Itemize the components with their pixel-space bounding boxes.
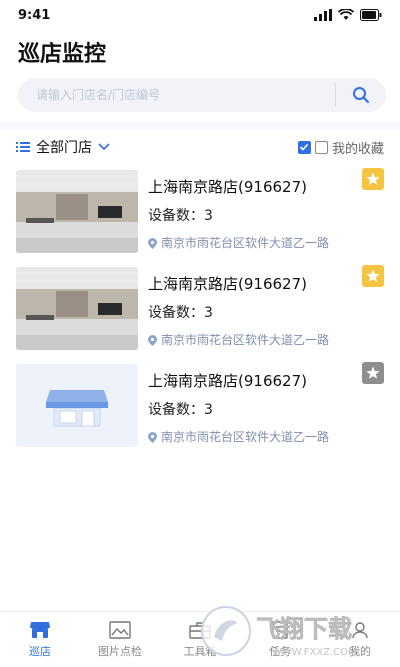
image-icon xyxy=(109,620,131,640)
task-icon xyxy=(269,620,291,640)
tab-label: 图片点检 xyxy=(98,645,142,658)
store-address: 南京市雨花台区软件大道乙一路 xyxy=(148,329,384,351)
store-icon xyxy=(29,620,51,640)
search-input[interactable] xyxy=(18,78,335,112)
store-address-text: 南京市雨花台区软件大道乙一路 xyxy=(161,333,330,347)
store-address-text: 南京市雨花台区软件大道乙一路 xyxy=(161,236,330,250)
check-icon xyxy=(300,143,309,151)
location-pin-icon xyxy=(148,334,157,346)
store-device-count: 设备数：3 xyxy=(148,402,213,418)
tab-toolbox[interactable]: 工具箱 xyxy=(160,612,240,667)
battery-icon xyxy=(360,9,382,21)
status-icons xyxy=(314,9,382,21)
status-time: 9:41 xyxy=(18,7,51,23)
store-thumbnail-placeholder xyxy=(16,364,138,447)
tab-store[interactable]: 巡店 xyxy=(0,612,80,667)
status-bar: 9:41 xyxy=(0,0,400,30)
store-address-text: 南京市雨花台区软件大道乙一路 xyxy=(161,430,330,444)
store-name: 上海南京路店(916627) xyxy=(148,178,307,196)
store-card[interactable]: 上海南京路店(916627) 设备数：3 南京市雨花台区软件大道乙一路 xyxy=(16,261,384,358)
store-name: 上海南京路店(916627) xyxy=(148,275,307,293)
filter-row: 全部门店 我的收藏 xyxy=(0,130,400,164)
star-outline-icon xyxy=(366,366,380,379)
favorite-button[interactable] xyxy=(362,362,384,384)
section-separator xyxy=(0,122,400,130)
favorite-button[interactable] xyxy=(362,265,384,287)
location-pin-icon xyxy=(148,237,157,249)
store-address: 南京市雨花台区软件大道乙一路 xyxy=(148,426,384,448)
store-name: 上海南京路店(916627) xyxy=(148,372,307,390)
tab-task[interactable]: 任务 xyxy=(240,612,320,667)
search-button[interactable] xyxy=(336,78,386,112)
favorites-filter: 我的收藏 xyxy=(297,138,384,157)
store-filter-dropdown[interactable]: 全部门店 xyxy=(16,137,110,157)
store-thumbnail xyxy=(16,267,138,350)
favorites-checkbox[interactable] xyxy=(314,140,328,154)
page-title: 巡店监控 xyxy=(18,42,107,67)
tab-label: 我的 xyxy=(349,645,371,658)
store-card[interactable]: 上海南京路店(916627) 设备数：3 南京市雨花台区软件大道乙一路 xyxy=(16,358,384,455)
tab-image-check[interactable]: 图片点检 xyxy=(80,612,160,667)
store-list: 上海南京路店(916627) 设备数：3 南京市雨花台区软件大道乙一路 上海南京… xyxy=(0,164,400,455)
location-pin-icon xyxy=(148,431,157,443)
bottom-tab-bar: 巡店 图片点检 工具箱 任务 我的 xyxy=(0,611,400,667)
favorite-button[interactable] xyxy=(362,168,384,190)
store-thumbnail xyxy=(16,170,138,253)
tab-label: 任务 xyxy=(269,645,291,658)
toolbox-icon xyxy=(189,620,211,640)
store-address: 南京市雨花台区软件大道乙一路 xyxy=(148,232,384,254)
list-icon xyxy=(16,142,30,152)
favorites-label[interactable]: 我的收藏 xyxy=(332,138,384,157)
chevron-down-icon xyxy=(98,143,110,151)
tab-label: 巡店 xyxy=(29,645,51,658)
signal-icon xyxy=(314,9,332,21)
tab-profile[interactable]: 我的 xyxy=(320,612,400,667)
tab-label: 工具箱 xyxy=(183,645,217,658)
store-card[interactable]: 上海南京路店(916627) 设备数：3 南京市雨花台区软件大道乙一路 xyxy=(16,164,384,261)
store-device-count: 设备数：3 xyxy=(148,208,213,224)
store-filter-label: 全部门店 xyxy=(36,140,92,156)
select-checkbox[interactable] xyxy=(297,140,311,154)
star-icon xyxy=(366,269,380,282)
search-box xyxy=(18,78,386,112)
wifi-icon xyxy=(338,9,354,20)
search-icon xyxy=(353,87,369,103)
profile-icon xyxy=(349,620,371,640)
star-icon xyxy=(366,172,380,185)
store-device-count: 设备数：3 xyxy=(148,305,213,321)
